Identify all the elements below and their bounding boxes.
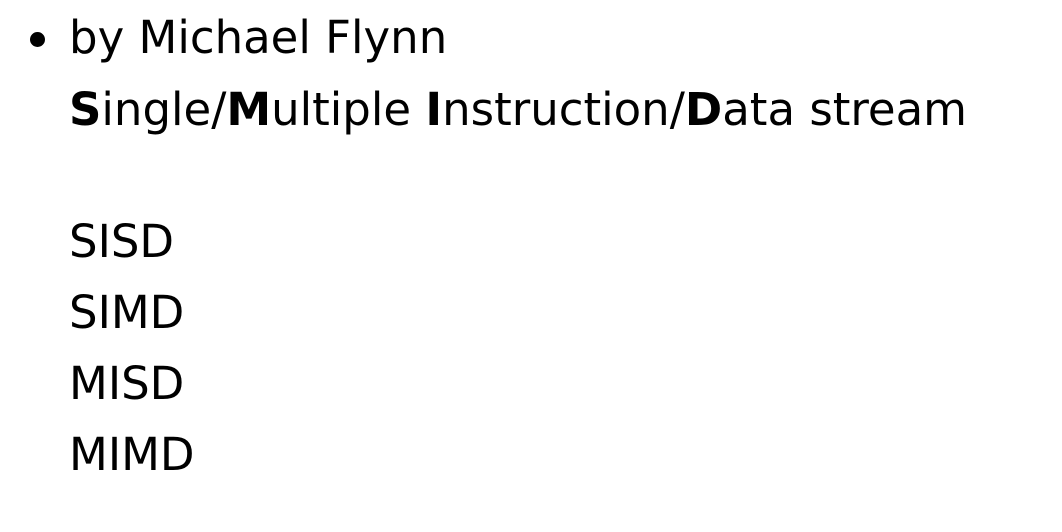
- expansion-bold-d: D: [684, 83, 723, 136]
- expansion-rest-m: ultiple: [271, 83, 426, 136]
- expansion-rest-i: nstruction/: [442, 83, 685, 136]
- taxonomy-expansion: Single/Multiple Instruction/Data stream: [69, 80, 967, 140]
- acronym-item-sisd: SISD: [69, 215, 175, 268]
- acronym-item-misd: MISD: [69, 357, 185, 410]
- slide-content: by Michael Flynn Single/Multiple Instruc…: [0, 0, 1062, 532]
- author-text: by Michael Flynn: [69, 11, 448, 64]
- acronym-item-simd: SIMD: [69, 286, 185, 339]
- expansion-rest-d: ata stream: [722, 83, 968, 136]
- expansion-bold-i: I: [425, 83, 443, 136]
- expansion-bold-s: S: [69, 83, 102, 136]
- bullet-dot-icon: [30, 31, 45, 47]
- expansion-bold-m: M: [226, 83, 272, 136]
- acronym-list: SISD SIMD MISD MIMD: [69, 212, 195, 496]
- expansion-rest-s: ingle/: [101, 83, 227, 136]
- acronym-item-mimd: MIMD: [69, 428, 195, 481]
- bullet-item: by Michael Flynn: [30, 8, 447, 68]
